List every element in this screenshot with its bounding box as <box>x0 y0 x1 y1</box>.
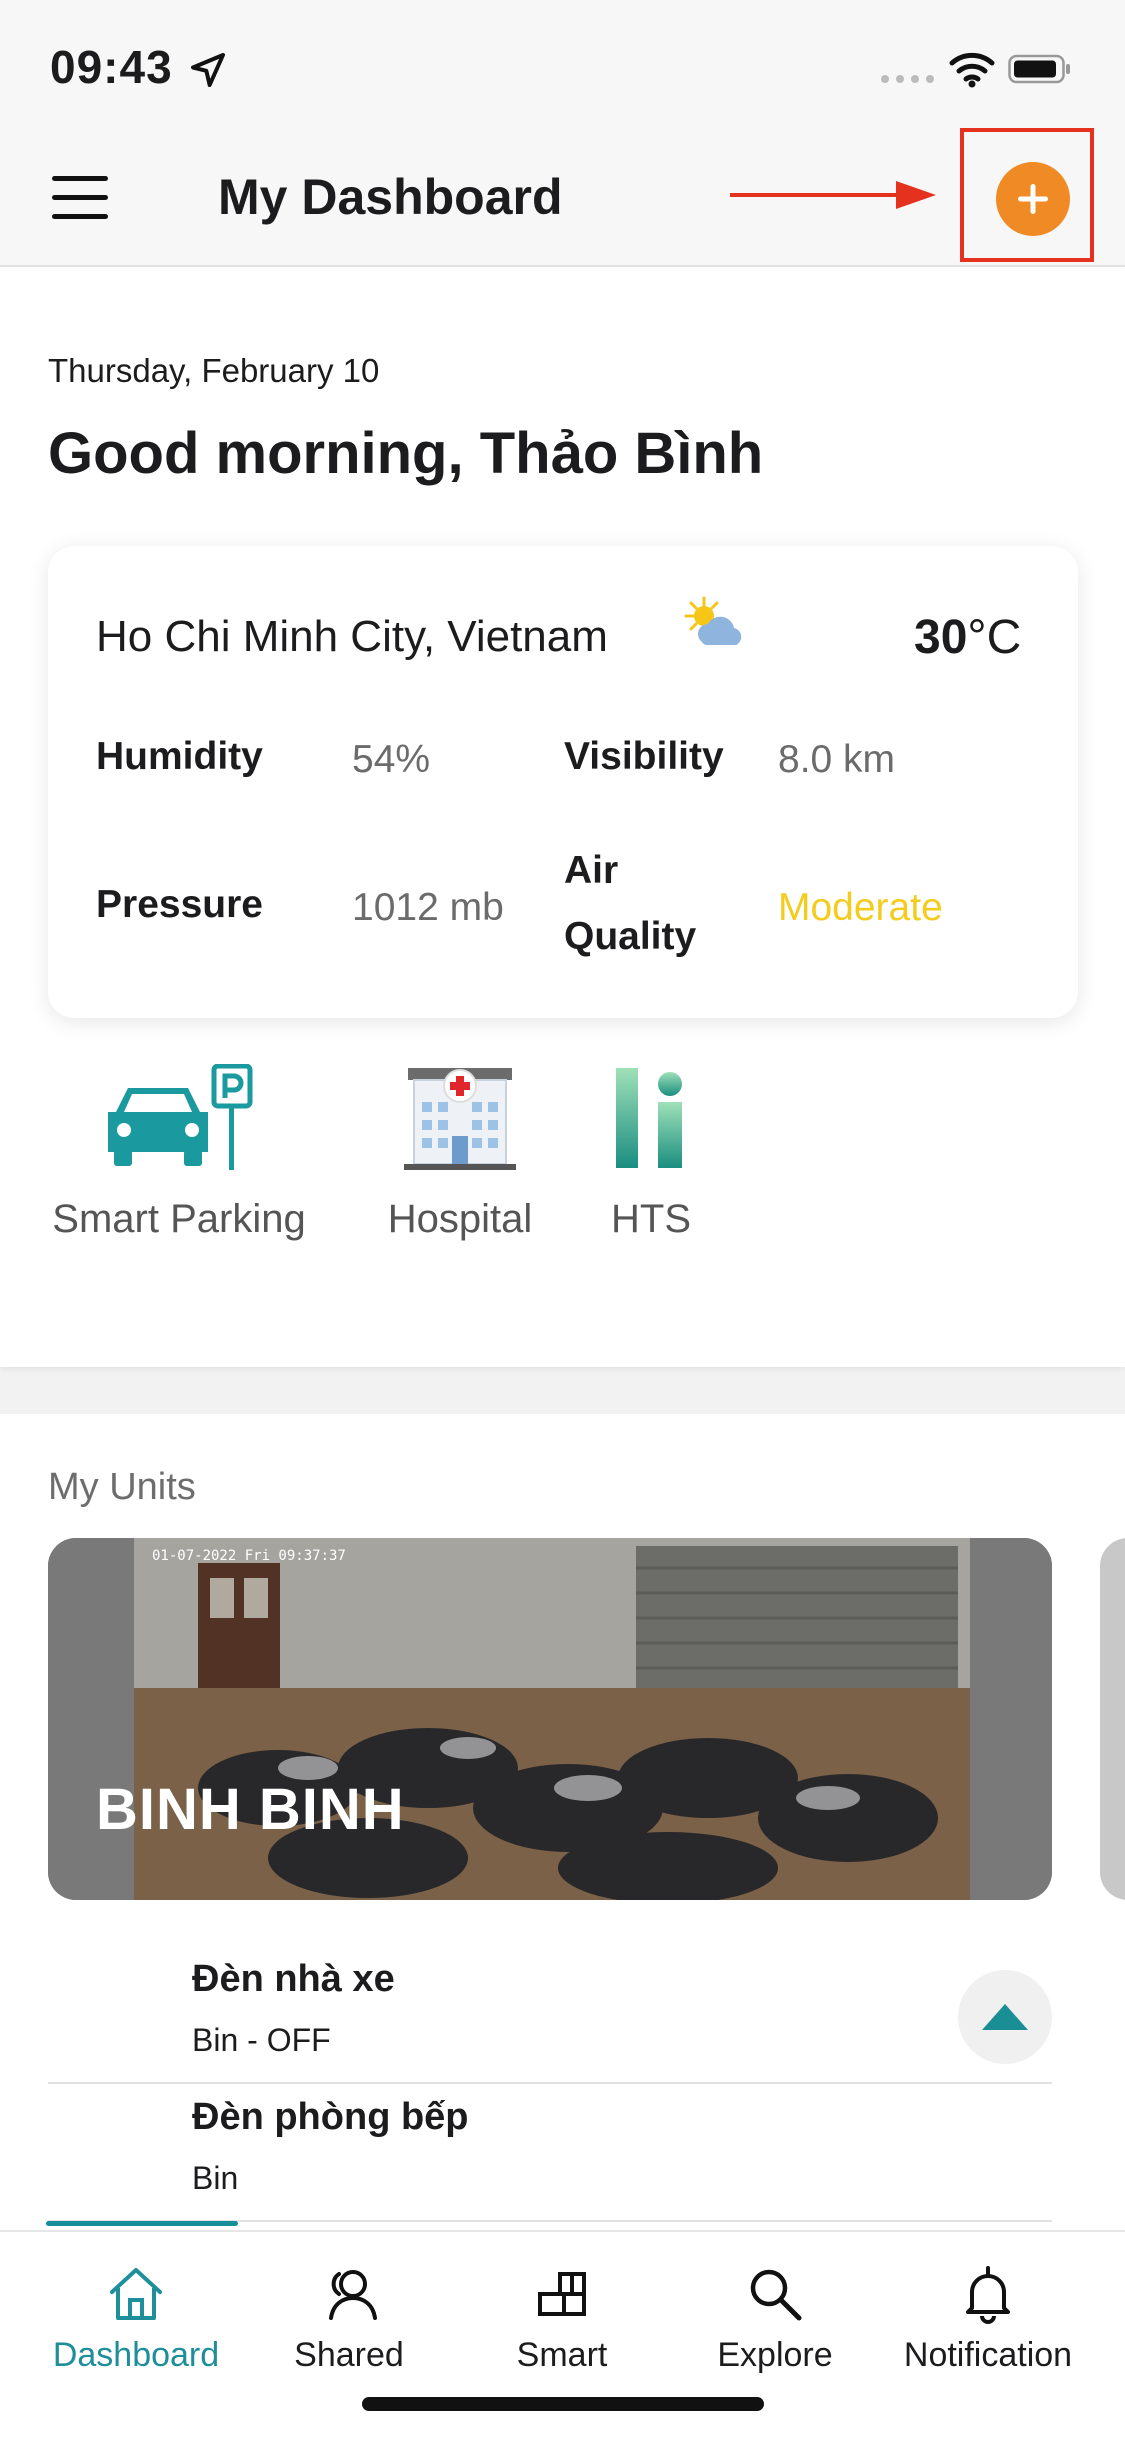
hamburger-menu-icon[interactable] <box>50 172 112 224</box>
pressure-label: Pressure <box>96 883 263 926</box>
nav-label: Shared <box>294 2336 404 2374</box>
device-row[interactable]: Đèn nhà xe Bin - OFF <box>48 1946 1052 2084</box>
status-time: 09:43 <box>50 41 173 93</box>
plus-icon <box>1018 184 1048 214</box>
wifi-icon <box>949 52 995 88</box>
unit-card-next-peek[interactable] <box>1100 1538 1125 1900</box>
battery-icon <box>1008 54 1070 84</box>
greeting-heading: Good morning, Thảo Bình <box>48 421 764 486</box>
page-title: My Dashboard <box>218 169 563 225</box>
units-section-label: My Units <box>48 1466 196 1508</box>
location-arrow-icon <box>191 53 225 87</box>
search-icon <box>750 2269 802 2321</box>
nav-label: Explore <box>717 2336 833 2374</box>
home-indicator[interactable] <box>362 2397 764 2411</box>
humidity-value: 54% <box>352 738 431 781</box>
nav-label: Smart <box>516 2336 608 2374</box>
device-name: Đèn phòng bếp <box>192 2096 469 2138</box>
smart-blocks-icon <box>538 2272 586 2316</box>
bell-icon <box>966 2266 1010 2324</box>
cellular-signal-icon <box>881 75 934 83</box>
air-quality-label-line2: Quality <box>564 915 697 958</box>
feature-hospital[interactable]: Hospital <box>378 1064 542 1242</box>
hospital-icon <box>404 1068 516 1170</box>
partly-sunny-icon <box>684 596 742 645</box>
feature-label: HTS <box>611 1197 691 1241</box>
weather-temperature: 30°C <box>914 610 1021 665</box>
nav-label: Dashboard <box>52 2336 220 2374</box>
unit-card[interactable]: 01-07-2022 Fri 09:37:37 <box>48 1538 1052 1900</box>
visibility-label: Visibility <box>564 735 724 778</box>
unit-name: BINH BINH <box>96 1777 405 1842</box>
air-quality-value: Moderate <box>778 886 943 929</box>
home-icon <box>110 2268 162 2320</box>
annotation-arrow-icon <box>730 181 936 209</box>
date-label: Thursday, February 10 <box>48 352 380 389</box>
feature-label: Smart Parking <box>52 1197 306 1241</box>
nav-explore[interactable]: Explore <box>675 2262 875 2375</box>
temperature-value: 30 <box>914 611 968 664</box>
camera-snapshot-image: 01-07-2022 Fri 09:37:37 <box>48 1538 1052 1900</box>
feature-label: Hospital <box>387 1197 533 1241</box>
shared-user-icon <box>329 2270 377 2320</box>
hts-icon <box>616 1068 682 1168</box>
device-status: Bin - OFF <box>192 2022 331 2058</box>
device-name: Đèn nhà xe <box>192 1958 395 2000</box>
device-status: Bin <box>192 2160 239 2196</box>
pressure-value: 1012 mb <box>352 886 504 929</box>
nav-smart[interactable]: Smart <box>462 2262 662 2375</box>
air-quality-label-line1: Air <box>564 849 619 892</box>
weather-city: Ho Chi Minh City, Vietnam <box>96 612 608 661</box>
feature-smart-parking[interactable]: Smart Parking <box>48 1063 310 1242</box>
device-list-scroll-indicator <box>46 2221 238 2226</box>
add-button[interactable] <box>996 162 1070 236</box>
nav-shared[interactable]: Shared <box>249 2262 449 2375</box>
nav-dashboard[interactable]: Dashboard <box>36 2262 236 2375</box>
feature-hts[interactable]: HTS <box>588 1064 714 1242</box>
caret-up-icon <box>982 2004 1028 2030</box>
temperature-unit: °C <box>967 611 1022 664</box>
device-row[interactable]: Đèn phòng bếp Bin <box>48 2084 1052 2222</box>
camera-timestamp: 01-07-2022 Fri 09:37:37 <box>152 1548 346 1564</box>
visibility-value: 8.0 km <box>778 738 896 781</box>
smart-parking-icon <box>108 1063 253 1170</box>
nav-label: Notification <box>903 2336 1073 2374</box>
collapse-button[interactable] <box>958 1970 1052 2064</box>
nav-notification[interactable]: Notification <box>888 2262 1088 2375</box>
humidity-label: Humidity <box>96 735 263 778</box>
